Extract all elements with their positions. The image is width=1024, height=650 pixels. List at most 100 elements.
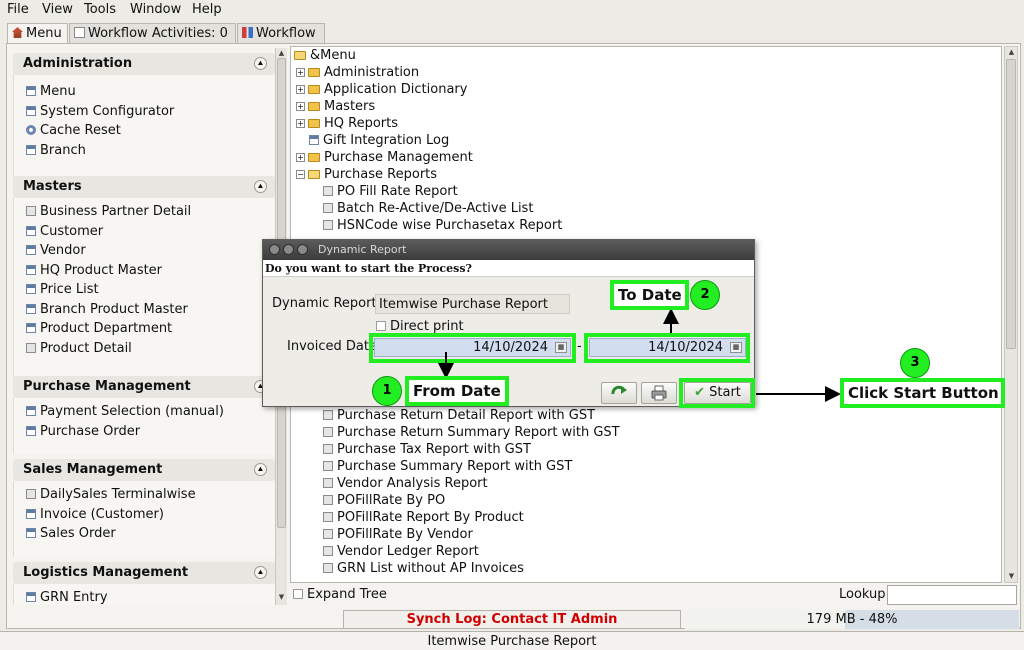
close-icon[interactable] (269, 244, 280, 255)
tab-workflow[interactable]: Workflow (237, 23, 325, 44)
scroll-down-icon[interactable]: ▼ (1006, 572, 1017, 581)
scroll-down-icon[interactable]: ▼ (277, 593, 286, 602)
direct-print-option[interactable]: Direct print (376, 319, 464, 334)
tree-node[interactable]: POFillRate By PO (323, 493, 445, 510)
memory-indicator[interactable]: 179 MB - 48% (685, 610, 1019, 629)
reset-button[interactable] (601, 382, 637, 404)
scroll-up-icon[interactable]: ▲ (277, 49, 286, 58)
tab-menu[interactable]: Menu (7, 23, 68, 44)
tree-scrollbar[interactable]: ▲ ▼ (1004, 46, 1018, 583)
menu-window[interactable]: Window (130, 2, 181, 17)
tree-node[interactable]: POFillRate Report By Product (323, 510, 524, 527)
sidebar-item-customer[interactable]: Customer (14, 224, 275, 244)
expand-icon[interactable]: + (296, 68, 305, 77)
scroll-up-icon[interactable]: ▲ (1006, 48, 1017, 57)
synch-log[interactable]: Synch Log: Contact IT Admin (343, 610, 681, 629)
report-icon (323, 427, 333, 437)
sidebar: Administration ⯅ Menu System Configurator… (13, 48, 275, 605)
sidebar-item-grn-entry[interactable]: GRN Entry (14, 590, 275, 605)
collapse-icon[interactable]: ⯅ (254, 566, 267, 579)
tree-node[interactable]: + HQ Reports (296, 116, 398, 133)
sidebar-item-payment-selection[interactable]: Payment Selection (manual) (14, 404, 275, 424)
expand-tree-checkbox[interactable] (293, 589, 303, 599)
expand-icon[interactable]: + (296, 85, 305, 94)
sidebar-item-cache-reset[interactable]: Cache Reset (14, 123, 275, 143)
expand-tree-toggle[interactable]: Expand Tree (293, 587, 387, 602)
tree-node[interactable]: + Administration (296, 65, 419, 82)
tree-node[interactable]: Purchase Return Detail Report with GST (323, 408, 595, 425)
tree-node[interactable]: Vendor Ledger Report (323, 544, 479, 561)
tree-node[interactable]: Purchase Summary Report with GST (323, 459, 572, 476)
group-header[interactable]: Logistics Management ⯅ (13, 562, 275, 584)
status-bar: Itemwise Purchase Report (0, 631, 1024, 650)
expand-icon[interactable]: + (296, 119, 305, 128)
group-header[interactable]: Sales Management ⯅ (13, 459, 275, 481)
tree-node[interactable]: − Purchase Reports (296, 167, 437, 184)
sidebar-item-product-detail[interactable]: Product Detail (14, 341, 275, 361)
sidebar-item-price-list[interactable]: Price List (14, 282, 275, 302)
sidebar-item-system-configurator[interactable]: System Configurator (14, 104, 275, 124)
report-icon (323, 546, 333, 556)
tree-node[interactable]: GRN List without AP Invoices (323, 561, 524, 578)
tree-node[interactable]: HSNCode wise Purchasetax Report (323, 218, 562, 235)
sidebar-item-menu[interactable]: Menu (14, 84, 275, 104)
sidebar-item-business-partner-detail[interactable]: Business Partner Detail (14, 204, 275, 224)
dialog-titlebar[interactable]: Dynamic Report (263, 240, 754, 260)
dialog-title: Dynamic Report (318, 243, 407, 256)
menu-view[interactable]: View (42, 2, 73, 17)
tree-root[interactable]: &Menu (294, 48, 356, 65)
report-icon (323, 203, 333, 213)
tree-node[interactable]: Batch Re-Active/De-Active List (323, 201, 533, 218)
minimize-icon[interactable] (283, 244, 294, 255)
collapse-icon[interactable]: ⯅ (254, 180, 267, 193)
tree-node[interactable]: POFillRate By Vendor (323, 527, 473, 544)
step-badge-2: 2 (690, 280, 720, 310)
maximize-icon[interactable] (297, 244, 308, 255)
gear-icon (26, 125, 36, 135)
sidebar-item-vendor[interactable]: Vendor (14, 243, 275, 263)
tree-node[interactable]: Vendor Analysis Report (323, 476, 488, 493)
report-icon (323, 186, 333, 196)
group-header[interactable]: Purchase Management ⯅ (13, 376, 275, 398)
sidebar-item-dailysales-terminalwise[interactable]: DailySales Terminalwise (14, 487, 275, 507)
window-icon (26, 264, 36, 275)
step-badge-3: 3 (900, 348, 930, 378)
tree-node[interactable]: Gift Integration Log (309, 133, 449, 150)
report-icon (323, 478, 333, 488)
group-header[interactable]: Masters ⯅ (13, 176, 275, 198)
sidebar-item-invoice-customer[interactable]: Invoice (Customer) (14, 507, 275, 527)
menu-tools[interactable]: Tools (84, 2, 116, 17)
tab-workflow-activities[interactable]: Workflow Activities: 0 (69, 23, 236, 44)
sidebar-item-purchase-order[interactable]: Purchase Order (14, 424, 275, 444)
report-icon (26, 206, 36, 216)
sidebar-item-branch-product-master[interactable]: Branch Product Master (14, 302, 275, 322)
window-icon (26, 245, 36, 255)
tree-node[interactable]: + Masters (296, 99, 375, 116)
scrollbar-thumb[interactable] (1006, 59, 1016, 349)
window-icon (26, 86, 36, 96)
tree-node[interactable]: + Purchase Management (296, 150, 473, 167)
collapse-icon[interactable]: ⯅ (254, 57, 267, 70)
sidebar-item-sales-order[interactable]: Sales Order (14, 526, 275, 546)
print-button[interactable] (641, 382, 677, 404)
expand-icon[interactable]: + (296, 153, 305, 162)
sidebar-item-branch[interactable]: Branch (14, 143, 275, 163)
tree-node[interactable]: PO Fill Rate Report (323, 184, 458, 201)
tree-node[interactable]: + Application Dictionary (296, 82, 467, 99)
collapse-tree-icon[interactable]: − (296, 170, 305, 179)
menu-file[interactable]: File (7, 2, 29, 17)
sidebar-item-product-department[interactable]: Product Department (14, 321, 275, 341)
sidebar-item-hq-product-master[interactable]: HQ Product Master (14, 263, 275, 283)
lookup-input[interactable] (887, 585, 1017, 605)
expand-icon[interactable]: + (296, 102, 305, 111)
report-icon (323, 512, 333, 522)
tree-node[interactable]: Purchase Return Summary Report with GST (323, 425, 620, 442)
collapse-icon[interactable]: ⯅ (254, 463, 267, 476)
tree-node[interactable]: Purchase Tax Report with GST (323, 442, 531, 459)
direct-print-checkbox[interactable] (376, 321, 386, 331)
home-icon (12, 27, 23, 38)
group-sales-management: Sales Management ⯅ DailySales Terminalwis… (13, 459, 275, 557)
folder-open-icon (294, 51, 306, 60)
group-header[interactable]: Administration ⯅ (13, 53, 275, 75)
menu-help[interactable]: Help (192, 2, 222, 17)
